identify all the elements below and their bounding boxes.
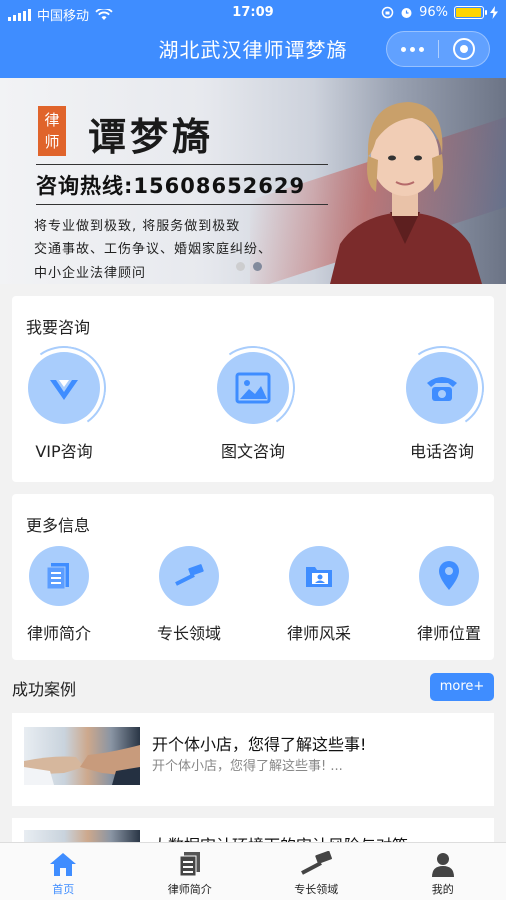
lawyer-portrait xyxy=(330,102,482,284)
more-info-title: 更多信息 xyxy=(26,516,91,535)
banner-carousel[interactable]: 律 师 谭梦旖 咨询热线:15608652629 将专业做到极致, 将服务做到极… xyxy=(0,78,506,284)
orientation-lock-icon xyxy=(381,6,394,19)
case-list-item[interactable]: 大数据审计环境下的审计风险与对策 xyxy=(12,818,494,842)
gavel-icon xyxy=(301,851,333,875)
tab-bar: 首页 律师简介 专长领域 我的 xyxy=(0,842,506,900)
banner-line-1: 将专业做到极致, 将服务做到极致 xyxy=(34,219,241,234)
banner-lawyer-name: 谭梦旖 xyxy=(88,114,215,159)
more-dots-icon xyxy=(400,46,424,52)
mini-program-capsule xyxy=(386,31,490,67)
gavel-icon xyxy=(175,564,204,586)
banner-line-2: 交通事故、工伤争议、婚姻家庭纠纷、 xyxy=(34,242,273,257)
alarm-icon xyxy=(401,8,412,18)
document-icon xyxy=(46,563,69,590)
vip-consult-button[interactable]: VIP咨询 xyxy=(28,352,100,462)
top-bar: 中国移动 17:09 96% 湖北武汉律师谭梦旖 xyxy=(0,0,506,78)
carousel-dot[interactable] xyxy=(253,262,262,271)
vip-icon xyxy=(50,380,78,400)
tab-home[interactable]: 首页 xyxy=(0,843,127,900)
case-thumbnail xyxy=(24,727,140,785)
phone-icon xyxy=(427,377,457,401)
tab-expertise[interactable]: 专长领域 xyxy=(253,843,380,900)
consult-title: 我要咨询 xyxy=(26,318,91,337)
charging-icon xyxy=(490,6,498,19)
banner-line-3: 中小企业法律顾问 xyxy=(34,266,147,281)
phone-consult-button[interactable]: 电话咨询 xyxy=(406,352,478,462)
status-bar: 中国移动 17:09 96% xyxy=(0,0,506,26)
close-target-icon xyxy=(452,38,475,60)
case-list-item[interactable]: 开个体小店，您得了解这些事! 开个体小店，您得了解这些事! ... xyxy=(12,713,494,806)
image-text-consult-button[interactable]: 图文咨询 xyxy=(217,352,289,462)
case-thumbnail xyxy=(24,830,140,842)
location-pin-icon xyxy=(439,561,459,590)
image-icon xyxy=(235,372,271,404)
expertise-button[interactable]: 专长领域 xyxy=(157,546,221,644)
lawyer-style-button[interactable]: 律师风采 xyxy=(287,546,351,644)
more-menu-button[interactable] xyxy=(387,32,438,66)
lawyer-location-button[interactable]: 律师位置 xyxy=(417,546,481,644)
consult-card: 我要咨询 VIP咨询 图文咨询 电话咨询 xyxy=(12,296,494,482)
user-icon xyxy=(431,853,454,877)
case-title: 开个体小店，您得了解这些事! xyxy=(152,735,367,754)
cases-more-button[interactable]: more+ xyxy=(430,673,494,701)
close-mini-program-button[interactable] xyxy=(439,32,490,66)
carousel-dot[interactable] xyxy=(236,262,245,271)
cases-section-title: 成功案例 xyxy=(12,680,77,699)
case-title: 大数据审计环境下的审计风险与对策 xyxy=(152,832,408,842)
carousel-indicators xyxy=(236,262,262,271)
home-icon xyxy=(50,853,77,876)
more-info-card: 更多信息 律师简介 专长领域 律师风采 律师位置 xyxy=(12,494,494,660)
lawyer-badge: 律 师 xyxy=(38,106,66,156)
lawyer-intro-button[interactable]: 律师简介 xyxy=(27,546,91,644)
case-summary: 开个体小店，您得了解这些事! ... xyxy=(152,759,343,774)
folder-photo-icon xyxy=(306,567,332,587)
banner-hotline: 咨询热线:15608652629 xyxy=(36,174,306,198)
tab-mine[interactable]: 我的 xyxy=(380,843,506,900)
tab-lawyer-intro[interactable]: 律师简介 xyxy=(127,843,254,900)
battery-icon xyxy=(454,6,487,19)
battery-percent: 96% xyxy=(419,5,448,20)
document-icon xyxy=(179,852,200,877)
